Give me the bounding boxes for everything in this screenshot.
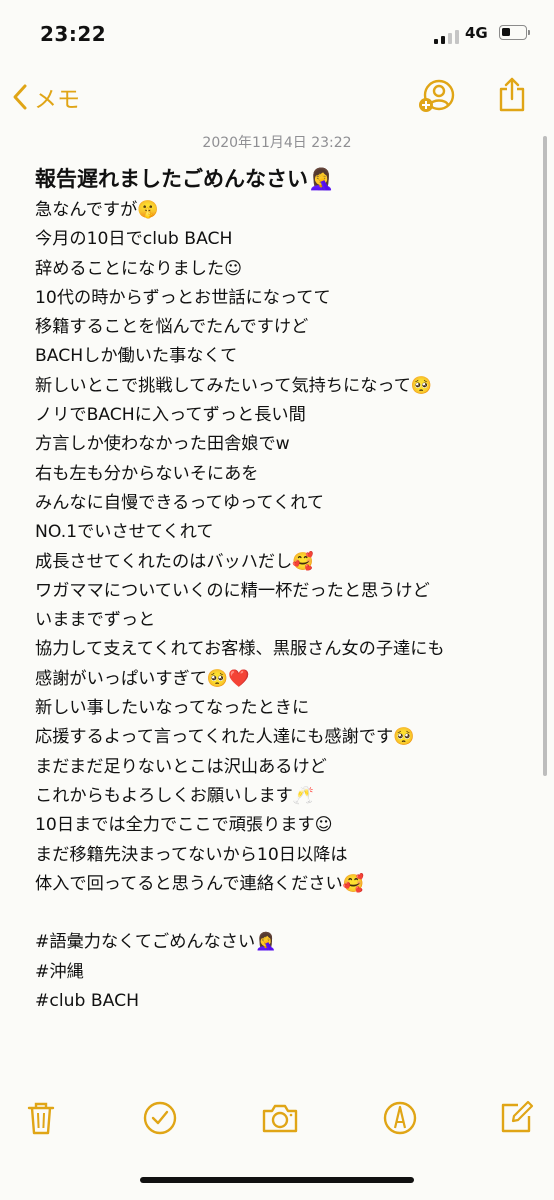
chevron-left-icon	[13, 84, 27, 110]
status-time: 23:22	[40, 22, 107, 46]
note-line: 方言しか使わなかった田舎娘でw	[35, 434, 290, 455]
note-date: 2020年11月4日 23:22	[202, 135, 352, 151]
person-add-icon[interactable]	[416, 78, 456, 114]
note-line: これからもよろしくお願いします🥂	[35, 785, 315, 806]
bottom-toolbar	[0, 1090, 554, 1146]
back-button[interactable]: メモ	[12, 80, 80, 114]
checklist-icon[interactable]	[140, 1098, 180, 1138]
share-icon[interactable]	[497, 76, 527, 112]
network-type: 4G	[465, 24, 488, 42]
note-line: 移籍することを悩んでたんですけど	[35, 317, 309, 338]
battery-icon	[499, 25, 527, 40]
note-line: ノリでBACHに入ってずっと長い間	[35, 405, 306, 426]
note-line: BACHしか働いた事なくて	[35, 346, 238, 367]
note-line: 新しいとこで挑戦してみたいって気持ちになって🥺	[35, 375, 433, 396]
trash-icon[interactable]	[21, 1098, 61, 1138]
note-line: 10日までは全力でここで頑張ります☺︎	[35, 815, 333, 836]
notes-screen: 23:22 4G メモ 2020年11月4日 23:22 報告遅れましたごめんな…	[0, 0, 554, 1200]
camera-icon[interactable]	[260, 1098, 300, 1138]
signal-strength-icon	[434, 28, 460, 44]
note-line: 成長させてくれたのはバッハだし🥰	[35, 551, 314, 572]
scroll-indicator[interactable]	[543, 136, 547, 776]
note-line: NO.1でいさせてくれて	[35, 522, 214, 543]
note-line: みんなに自慢できるってゆってくれて	[35, 492, 325, 513]
note-title: 報告遅れましたごめんなさい🤦‍♀️	[35, 167, 335, 191]
note-line: まだまだ足りないとこは沢山あるけど	[35, 756, 327, 777]
note-line: 辞めることになりました☺︎	[35, 258, 242, 279]
status-bar: 23:22 4G	[0, 0, 554, 66]
note-line: 体入で回ってると思うんで連絡ください🥰	[35, 873, 365, 894]
compose-icon[interactable]	[496, 1098, 536, 1138]
back-button-label: メモ	[34, 87, 80, 113]
home-indicator[interactable]	[140, 1177, 414, 1183]
battery-tip	[528, 30, 530, 35]
note-line: いままでずっと	[35, 610, 156, 631]
note-line: 10代の時からずっとお世話になってて	[35, 287, 331, 308]
note-line: 新しい事したいなってなったときに	[35, 698, 310, 719]
note-body[interactable]: 報告遅れましたごめんなさい🤦‍♀️ 急なんですが🤫 今月の10日でclub BA…	[35, 162, 535, 1016]
nav-bar: メモ	[0, 66, 554, 126]
note-line: 応援するよって言ってくれた人達にも感謝です🥺	[35, 727, 415, 748]
note-line: 協力して支えてくれてお客様、黒服さん女の子達にも	[35, 639, 445, 660]
note-blank-line	[35, 899, 535, 928]
note-line: ワガママについていくのに精一杯だったと思うけど	[35, 580, 430, 601]
hashtag-line: #沖縄	[35, 961, 84, 982]
note-line: 感謝がいっぱいすぎて🥺❤️	[35, 668, 250, 689]
markup-pen-icon[interactable]	[380, 1098, 420, 1138]
note-line: まだ移籍先決まってないから10日以降は	[35, 844, 348, 865]
hashtag-line: #club BACH	[35, 991, 140, 1012]
note-line: 今月の10日でclub BACH	[35, 229, 233, 250]
note-line: 右も左も分からないそにあを	[35, 463, 259, 484]
hashtag-line: #語彙力なくてごめんなさい🤦‍♀️	[35, 932, 277, 953]
note-line: 急なんですが🤫	[35, 200, 159, 220]
